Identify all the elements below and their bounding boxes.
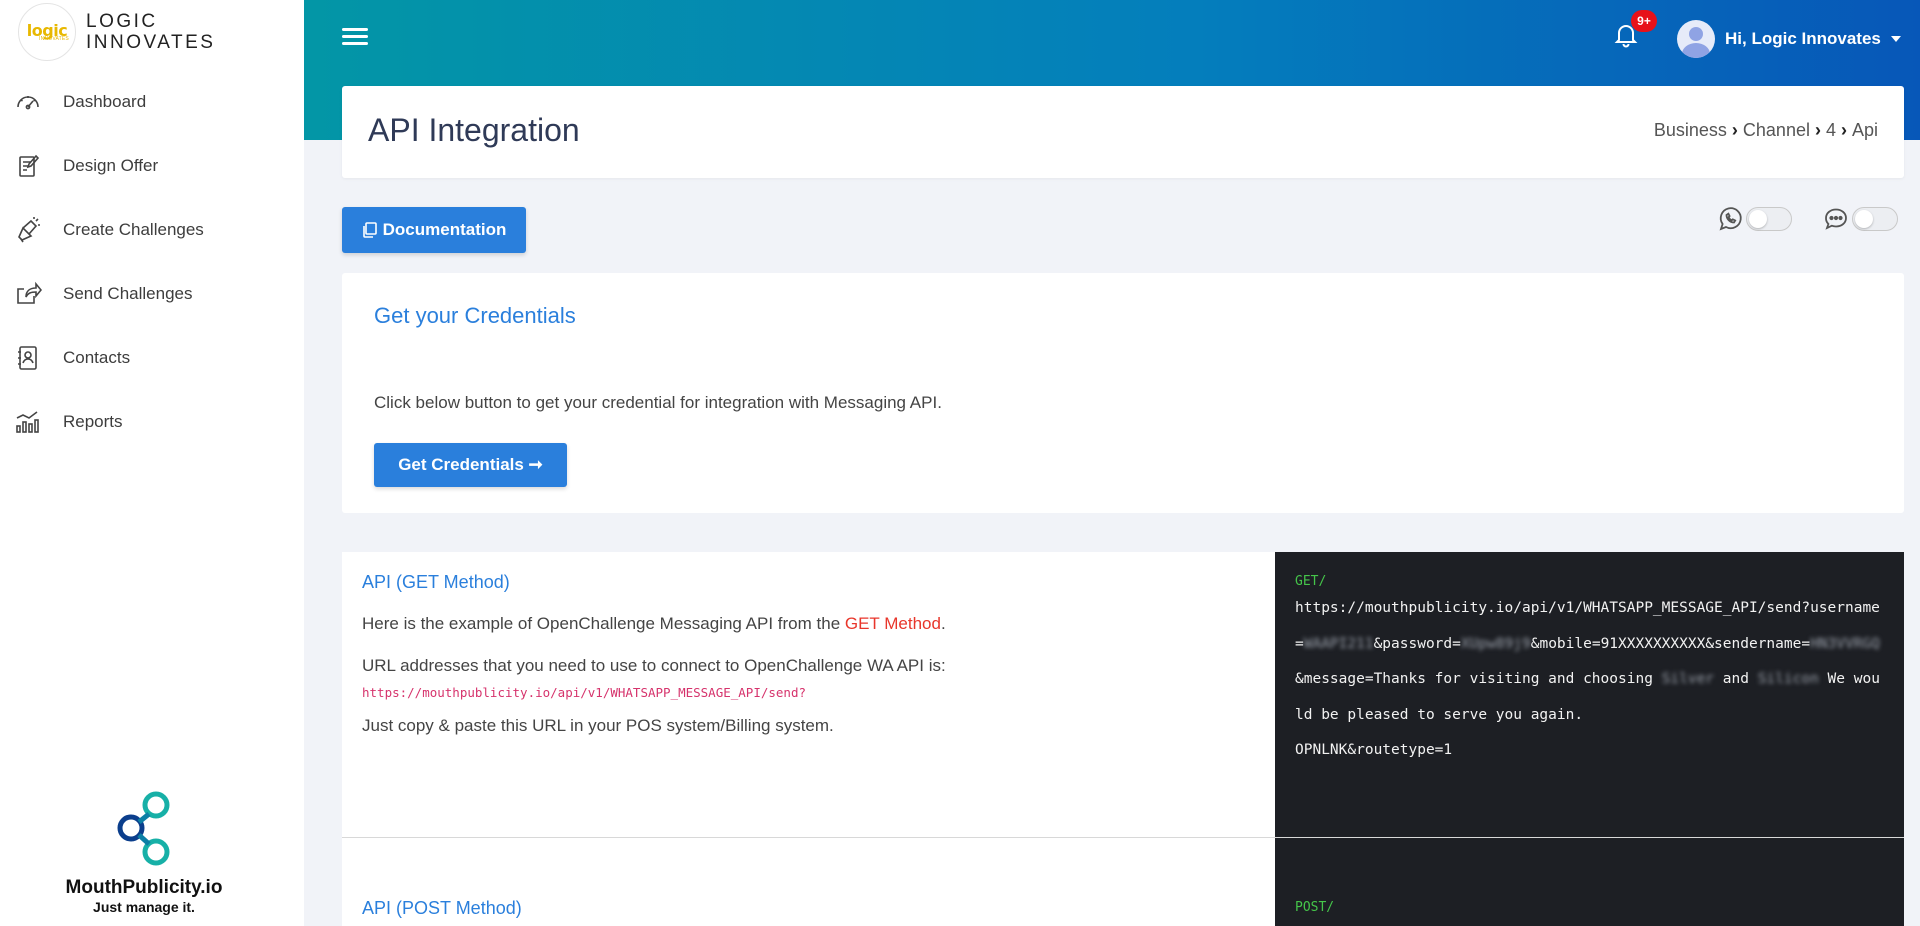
sidebar-item-send-challenges[interactable]: Send Challenges	[0, 262, 304, 326]
code-message-key: &message=Thanks for visiting and choosin…	[1295, 671, 1662, 687]
megaphone-icon	[18, 217, 40, 243]
sidebar-item-label: Dashboard	[63, 92, 147, 111]
design-doc-icon	[19, 154, 40, 177]
code-business-name-2: Silicon	[1757, 671, 1819, 687]
brand-name-line1: LOGIC	[86, 11, 158, 32]
sidebar-item-reports[interactable]: Reports	[0, 390, 304, 454]
credentials-title: Get your Credentials	[374, 303, 576, 328]
whatsapp-channel-toggle[interactable]	[1746, 207, 1792, 231]
api-get-copy-note: Just copy & paste this URL in your POS s…	[362, 716, 834, 735]
bar-chart-icon	[16, 411, 39, 433]
api-post-code-panel: POST/	[1275, 838, 1904, 926]
breadcrumb-business[interactable]: Business	[1654, 120, 1727, 141]
menu-toggle-icon[interactable]	[342, 24, 368, 50]
brand[interactable]: logic INNOVATES LOGIC INNOVATES	[18, 2, 215, 62]
api-get-code-method: GET/	[1295, 574, 1327, 589]
sms-channel-toggle[interactable]	[1852, 207, 1898, 231]
caret-down-icon	[1890, 36, 1901, 42]
sidebar-item-create-challenges[interactable]: Create Challenges	[0, 198, 304, 262]
sidebar-item-label: Design Offer	[63, 156, 159, 175]
breadcrumb-channel[interactable]: Channel	[1743, 120, 1810, 141]
breadcrumb: Business › Channel › 4 › Api	[1654, 120, 1878, 141]
api-post-section: API (POST Method) POST/	[342, 838, 1904, 926]
get-method-highlight: GET Method	[844, 614, 941, 633]
documentation-button[interactable]: Documentation	[342, 207, 526, 253]
code-and: and	[1714, 671, 1758, 687]
sidebar-item-label: Send Challenges	[63, 284, 193, 303]
brand-name-line2: INNOVATES	[86, 32, 216, 53]
sidebar-item-design-offer[interactable]: Design Offer	[0, 134, 304, 198]
api-get-url-label: URL addresses that you need to use to co…	[362, 656, 946, 675]
code-username-value: WAAPI211	[1303, 635, 1374, 652]
sms-toggle-group	[1822, 205, 1898, 233]
get-credentials-button[interactable]: Get Credentials ➞	[374, 443, 567, 487]
chevron-right-icon: ›	[1840, 120, 1847, 140]
breadcrumb-current: Api	[1851, 120, 1878, 140]
sidebar-item-label: Reports	[63, 412, 123, 431]
user-menu[interactable]: Hi, Logic Innovates	[1677, 20, 1901, 58]
mouthpublicity-tagline: Just manage it.	[93, 899, 195, 915]
speedometer-icon	[17, 96, 39, 110]
sidebar-item-contacts[interactable]: Contacts	[0, 326, 304, 390]
sidebar-item-label: Create Challenges	[63, 220, 204, 239]
whatsapp-icon	[1719, 207, 1742, 231]
api-post-code-method: POST/	[1295, 900, 1335, 915]
page-title: API Integration	[368, 112, 580, 148]
logo-text-bottom: INNOVATES	[39, 35, 69, 42]
api-get-intro-text: Here is the example of OpenChallenge Mes…	[362, 614, 845, 633]
message-icon	[1825, 208, 1847, 230]
mouthpublicity-logo-icon	[117, 791, 170, 866]
code-base-url: https://mouthpublicity.io/api/v1/WHATSAP…	[1295, 600, 1811, 616]
mouthpublicity-title: MouthPublicity.io	[65, 877, 223, 898]
sidebar-item-label: Contacts	[63, 348, 131, 367]
page-header-card: API Integration Business › Channel › 4 ›…	[342, 86, 1904, 178]
api-get-url: https://mouthpublicity.io/api/v1/WHATSAP…	[362, 685, 807, 700]
code-password-value: XUpw89j9	[1460, 635, 1531, 652]
api-get-code-panel: GET/ https://mouthpublicity.io/api/v1/WH…	[1275, 552, 1904, 837]
share-icon	[17, 281, 42, 304]
api-get-section: API (GET Method) Here is the example of …	[342, 552, 1904, 838]
code-mobile: &mobile=91XXXXXXXXXX&sendername=	[1530, 635, 1811, 652]
sidebar-item-dashboard[interactable]: Dashboard	[0, 70, 304, 134]
copy-doc-icon	[362, 222, 377, 238]
code-route: OPNLNK&routetype=1	[1295, 742, 1453, 758]
mouthpublicity-branding: MouthPublicity.io Just manage it.	[40, 790, 248, 915]
api-get-intro-end: .	[940, 614, 946, 633]
api-get-intro: Here is the example of OpenChallenge Mes…	[362, 614, 946, 634]
contact-book-icon	[18, 346, 37, 370]
sidebar-nav: Dashboard Design Offer Create Challenges…	[0, 70, 304, 454]
code-business-name-1: Silver	[1661, 671, 1715, 687]
breadcrumb-id[interactable]: 4	[1826, 120, 1836, 141]
api-get-heading: API (GET Method)	[362, 572, 510, 592]
brand-name: LOGIC INNOVATES	[86, 11, 215, 53]
notification-count-badge: 9+	[1631, 10, 1657, 32]
avatar	[1677, 20, 1715, 58]
whatsapp-toggle-group	[1716, 205, 1792, 233]
code-sender-value: HN3VVRGQ	[1810, 635, 1880, 652]
chevron-right-icon: ›	[1814, 120, 1821, 140]
sidebar: logic INNOVATES LOGIC INNOVATES Dashboar…	[0, 0, 304, 926]
credentials-description: Click below button to get your credentia…	[374, 393, 942, 412]
documentation-label: Documentation	[382, 220, 507, 239]
api-get-code-sample: https://mouthpublicity.io/api/v1/WHATSAP…	[1295, 591, 1884, 769]
user-greeting: Hi, Logic Innovates	[1725, 29, 1881, 48]
api-post-heading: API (POST Method)	[362, 898, 522, 918]
logic-innovates-logo: logic INNOVATES	[18, 3, 76, 61]
chevron-right-icon: ›	[1731, 120, 1738, 140]
credentials-card: Get your Credentials Click below button …	[342, 273, 1904, 513]
code-password-key: &password=	[1373, 635, 1461, 652]
